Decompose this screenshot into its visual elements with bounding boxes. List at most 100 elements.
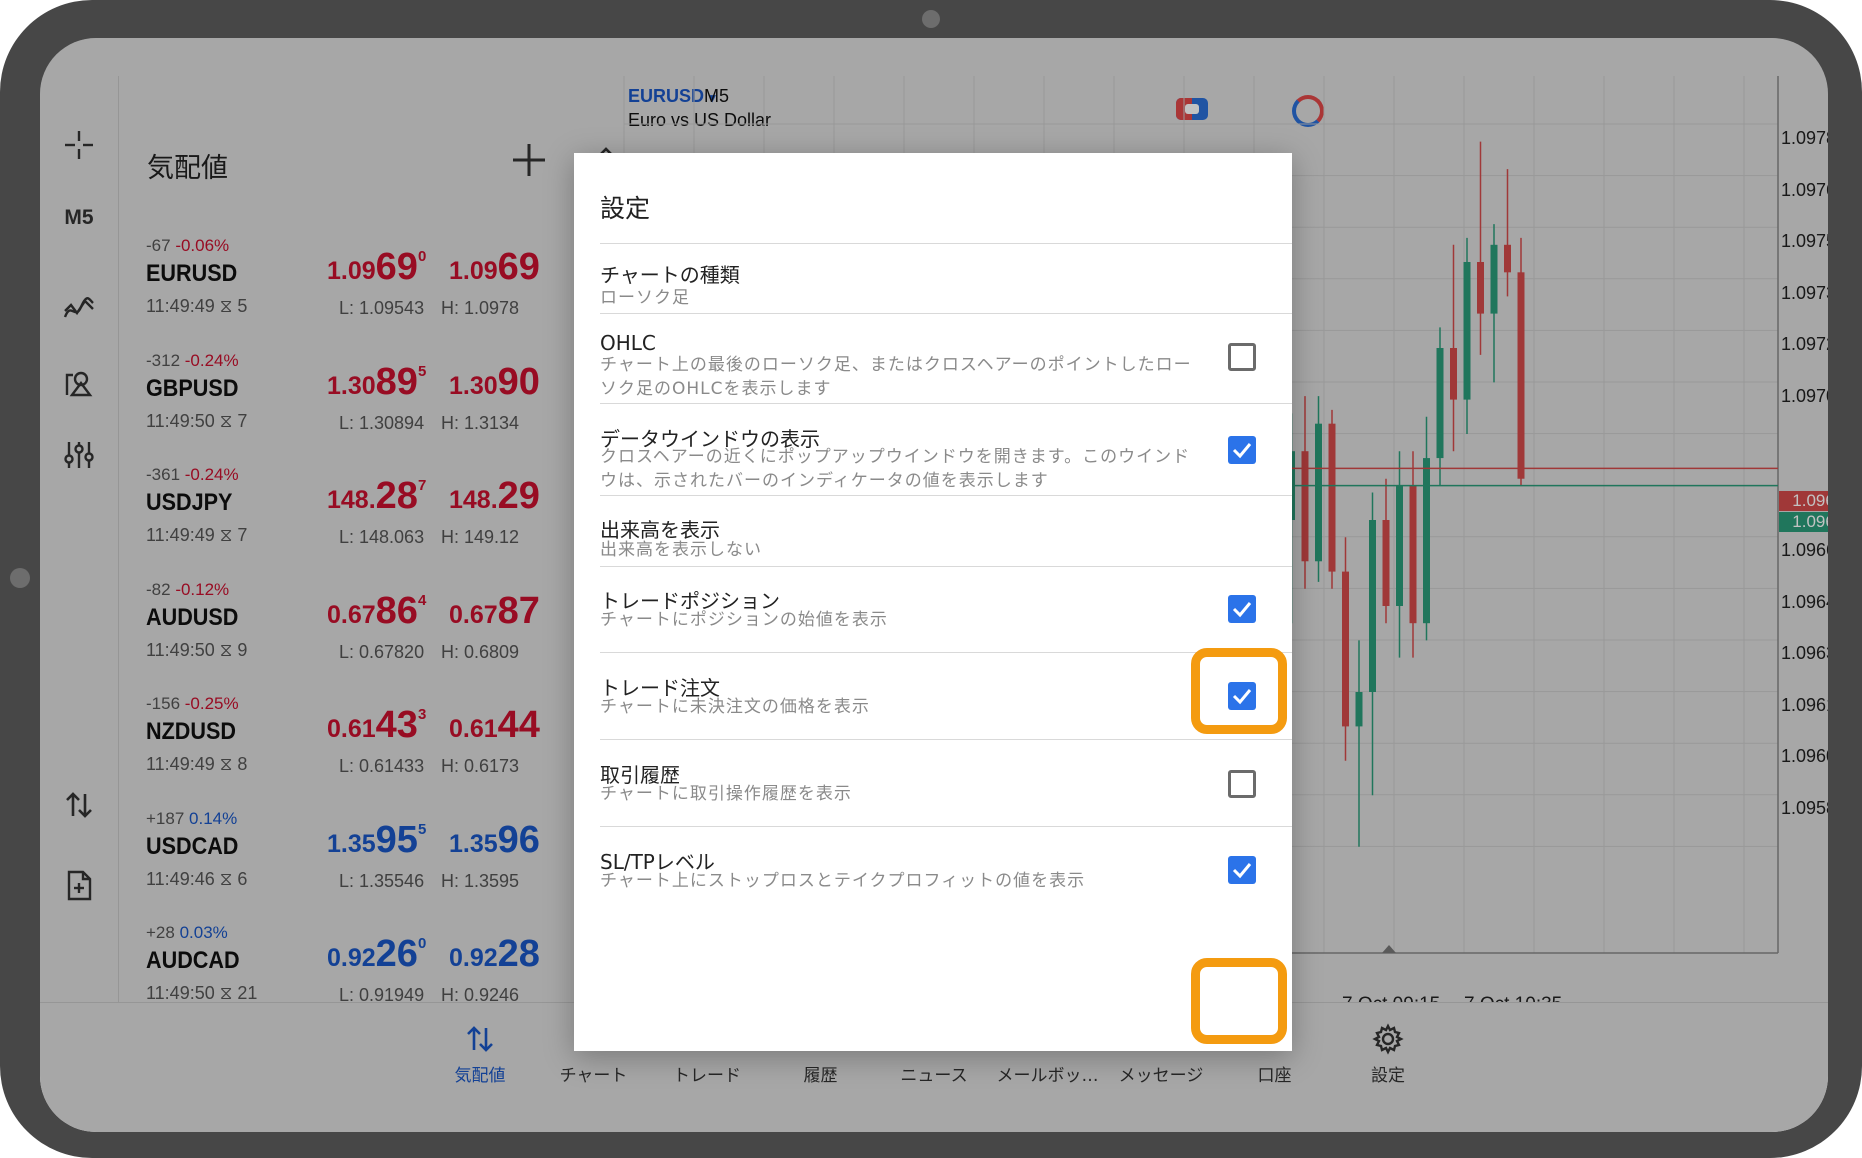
- check-icon: [1232, 863, 1252, 879]
- divider: [600, 403, 1292, 404]
- quote-symbol: EURUSD: [146, 260, 238, 287]
- quote-symbol: NZDUSD: [146, 718, 236, 745]
- nav-label: 気配値: [454, 1066, 506, 1086]
- quote-low: L: 1.35546: [339, 870, 425, 891]
- quote-row-usdjpy[interactable]: -361 -0.24% USDJPY 11:49:49 ⧖ 7 148.287 …: [119, 465, 623, 579]
- option-description: ローソク足: [600, 288, 690, 308]
- quote-time: 11:49:49 ⧖ 8: [146, 754, 248, 774]
- ask-price[interactable]: 0.9228: [449, 933, 540, 976]
- y-axis-label: 1.09720: [1781, 334, 1828, 354]
- option-description: 出来高を表示しない: [600, 540, 762, 560]
- candle-body: [1396, 485, 1403, 606]
- nav-label: メールボッ…: [996, 1066, 1099, 1086]
- quote-row-gbpusd[interactable]: -312 -0.24% GBPUSD 11:49:50 ⧖ 7 1.30895 …: [119, 351, 623, 465]
- timeframe-button[interactable]: M5: [54, 193, 104, 243]
- y-axis-label: 1.09705: [1781, 386, 1828, 406]
- nav-settings-icon: [1372, 1023, 1404, 1055]
- highlight-trade-position: [1191, 648, 1287, 734]
- quote-time: 11:49:50 ⧖ 9: [146, 639, 248, 660]
- candle-body: [1504, 244, 1511, 273]
- quote-row-audusd[interactable]: -82 -0.12% AUDUSD 11:49:50 ⧖ 9 0.67864 0…: [119, 580, 623, 694]
- divider: [600, 826, 1292, 827]
- candle-body: [1490, 244, 1498, 314]
- nav-quotes[interactable]: 気配値: [425, 1023, 535, 1086]
- camera-dot: [922, 10, 940, 28]
- divider: [600, 495, 1292, 496]
- crosshair-icon[interactable]: [54, 120, 104, 170]
- data-window-checkbox[interactable]: [1228, 436, 1256, 464]
- quotes-panel: 気配値 -67 -0.06% EURUSD 11:49:49 ⧖ 5 1.096…: [118, 76, 623, 1005]
- timeframe-label: M5: [64, 206, 94, 229]
- option-description: チャートにポジションの始値を表示: [600, 610, 888, 630]
- ask-price[interactable]: 1.3090: [449, 361, 540, 404]
- y-axis-label: 1.09600: [1781, 746, 1828, 766]
- y-axis-label: 1.09750: [1781, 231, 1828, 251]
- candle-body: [1382, 520, 1390, 606]
- trade-history-checkbox[interactable]: [1228, 770, 1256, 798]
- option-description: チャート上にストップロスとテイクプロフィットの値を表示: [600, 871, 1086, 891]
- sltp-levels-checkbox[interactable]: [1228, 856, 1256, 884]
- ask-price[interactable]: 0.6144: [449, 704, 540, 747]
- quotes-title: 気配値: [147, 153, 228, 184]
- new-order-icon[interactable]: [54, 860, 104, 910]
- bid-price[interactable]: 148.287: [327, 475, 426, 518]
- bid-price[interactable]: 0.61433: [327, 704, 426, 747]
- bid-price-tag: 1.09690: [1779, 512, 1828, 532]
- candle-body: [1342, 571, 1349, 727]
- quote-row-usdcad[interactable]: +187 0.14% USDCAD 11:49:46 ⧖ 6 1.35955 1…: [119, 809, 623, 923]
- y-axis-label: 1.09735: [1781, 283, 1828, 303]
- indicators-icon[interactable]: [54, 283, 104, 333]
- nav-label: ニュース: [900, 1066, 968, 1086]
- bid-price[interactable]: 0.92260: [327, 933, 426, 976]
- quote-low: L: 0.67820: [339, 641, 425, 662]
- spread-icon: ⧖: [219, 754, 233, 774]
- quote-row-nzdusd[interactable]: -156 -0.25% NZDUSD 11:49:49 ⧖ 8 0.61433 …: [119, 694, 623, 808]
- quote-row-eurusd[interactable]: -67 -0.06% EURUSD 11:49:49 ⧖ 5 1.09690 1…: [119, 236, 623, 350]
- highlight-sltp: [1191, 958, 1287, 1044]
- quote-high: H: 1.0978: [441, 298, 520, 318]
- add-symbol-icon[interactable]: [507, 138, 551, 182]
- quote-high: H: 149.12: [441, 527, 520, 547]
- settings-sliders-icon[interactable]: [54, 430, 104, 480]
- objects-icon[interactable]: [54, 358, 104, 408]
- candle-body: [1315, 423, 1322, 562]
- ask-price[interactable]: 1.3596: [449, 819, 540, 862]
- candle-body: [1477, 262, 1484, 314]
- quote-low: L: 1.30894: [339, 412, 425, 433]
- candle-body: [1369, 520, 1376, 692]
- trade-arrows-icon[interactable]: [54, 780, 104, 830]
- nav-settings[interactable]: 設定: [1333, 1023, 1443, 1086]
- nav-label: 設定: [1371, 1066, 1405, 1086]
- bid-price[interactable]: 1.35955: [327, 819, 426, 862]
- tool-rail: M5: [40, 38, 118, 1002]
- bid-price[interactable]: 0.67864: [327, 590, 426, 633]
- spread-icon: ⧖: [219, 296, 233, 316]
- bid-price[interactable]: 1.30895: [327, 361, 426, 404]
- quote-change: -156 -0.25%: [146, 694, 239, 713]
- candle-body: [1423, 458, 1430, 624]
- ask-price[interactable]: 148.29: [449, 475, 540, 518]
- settings-dialog: 設定 チャートの種類 ローソク足 OHLC チャート上の最後のローソク足、または…: [574, 153, 1292, 1051]
- dialog-title: 設定: [600, 194, 651, 223]
- quote-symbol: USDCAD: [146, 832, 239, 860]
- quote-symbol: GBPUSD: [146, 374, 239, 402]
- y-axis-label: 1.09645: [1781, 592, 1828, 612]
- bid-price[interactable]: 1.09690: [327, 246, 426, 289]
- quote-symbol: USDJPY: [146, 489, 233, 516]
- spread-icon: ⧖: [219, 983, 233, 1003]
- ask-price[interactable]: 0.6787: [449, 590, 540, 633]
- quote-symbol: AUDCAD: [146, 947, 240, 974]
- candle-body: [1355, 692, 1363, 727]
- quote-symbol: AUDUSD: [146, 603, 239, 631]
- trade-positions-checkbox[interactable]: [1228, 595, 1256, 623]
- quote-low: L: 148.063: [339, 527, 425, 547]
- quote-change: +28 0.03%: [146, 923, 228, 942]
- y-axis-label: 1.09660: [1781, 540, 1828, 560]
- quote-time: 11:49:49 ⧖ 5: [146, 296, 248, 316]
- candle-body: [1436, 348, 1444, 459]
- divider: [600, 243, 1292, 244]
- quote-change: -67 -0.06%: [146, 236, 230, 255]
- ohlc-checkbox[interactable]: [1228, 343, 1256, 371]
- quote-high: H: 0.6173: [441, 756, 520, 776]
- ask-price[interactable]: 1.0969: [449, 246, 540, 289]
